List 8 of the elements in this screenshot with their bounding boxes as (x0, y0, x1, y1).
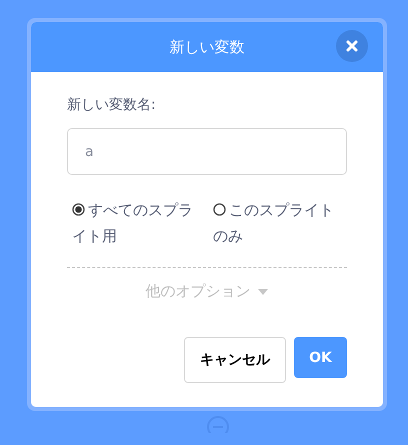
close-icon (346, 40, 358, 52)
variable-name-field[interactable]: a (67, 128, 347, 175)
radio-option[interactable]: すべてのスプライト用 (67, 197, 207, 249)
radio-option[interactable]: このスプライトのみ (213, 197, 347, 249)
dialog-title: 新しい変数 (170, 38, 244, 56)
field-label: 新しい変数名: (67, 96, 157, 114)
cancel-button[interactable]: キャンセル (184, 337, 286, 383)
close-button[interactable] (336, 30, 368, 62)
